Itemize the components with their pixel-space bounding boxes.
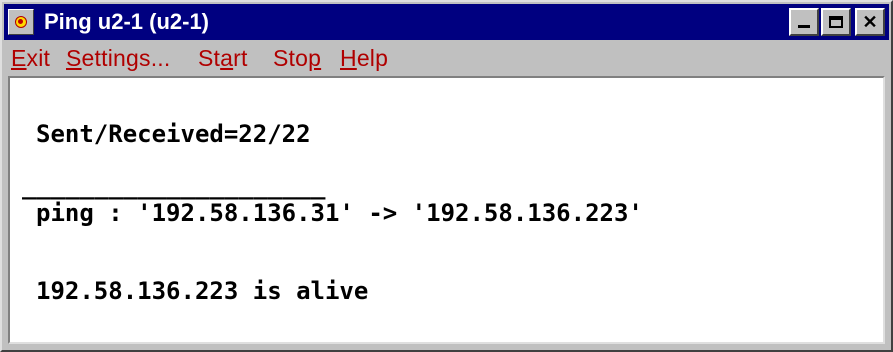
maximize-icon: [829, 16, 843, 28]
minimize-icon: [798, 25, 810, 28]
title-bar[interactable]: Ping u2-1 (u2-1) ✕: [4, 4, 889, 40]
menu-help[interactable]: Help: [340, 44, 388, 72]
menu-stop[interactable]: Stop: [273, 44, 321, 72]
maximize-button[interactable]: [821, 8, 851, 36]
window-title: Ping u2-1 (u2-1): [44, 9, 210, 34]
menu-settings[interactable]: Settings...: [66, 44, 170, 72]
menu-bar: Exit Settings... Start Stop Help: [4, 40, 889, 76]
menu-exit[interactable]: Exit: [11, 44, 50, 72]
close-icon: ✕: [862, 11, 878, 32]
ping-line: ping : '192.58.136.31' -> '192.58.136.22…: [36, 199, 643, 227]
ping-app-icon[interactable]: [8, 9, 34, 35]
separator-line: _____________________: [22, 172, 326, 200]
minimize-button[interactable]: [789, 8, 819, 36]
ping-window: Ping u2-1 (u2-1) ✕ Exit Settings... Star…: [0, 0, 893, 352]
menu-start[interactable]: Start: [198, 44, 248, 72]
sent-received-line: Sent/Received=22/22: [36, 120, 311, 148]
status-line: 192.58.136.223 is alive: [36, 277, 369, 305]
close-button[interactable]: ✕: [855, 8, 885, 36]
output-area: Sent/Received=22/22 ____________________…: [8, 76, 885, 344]
